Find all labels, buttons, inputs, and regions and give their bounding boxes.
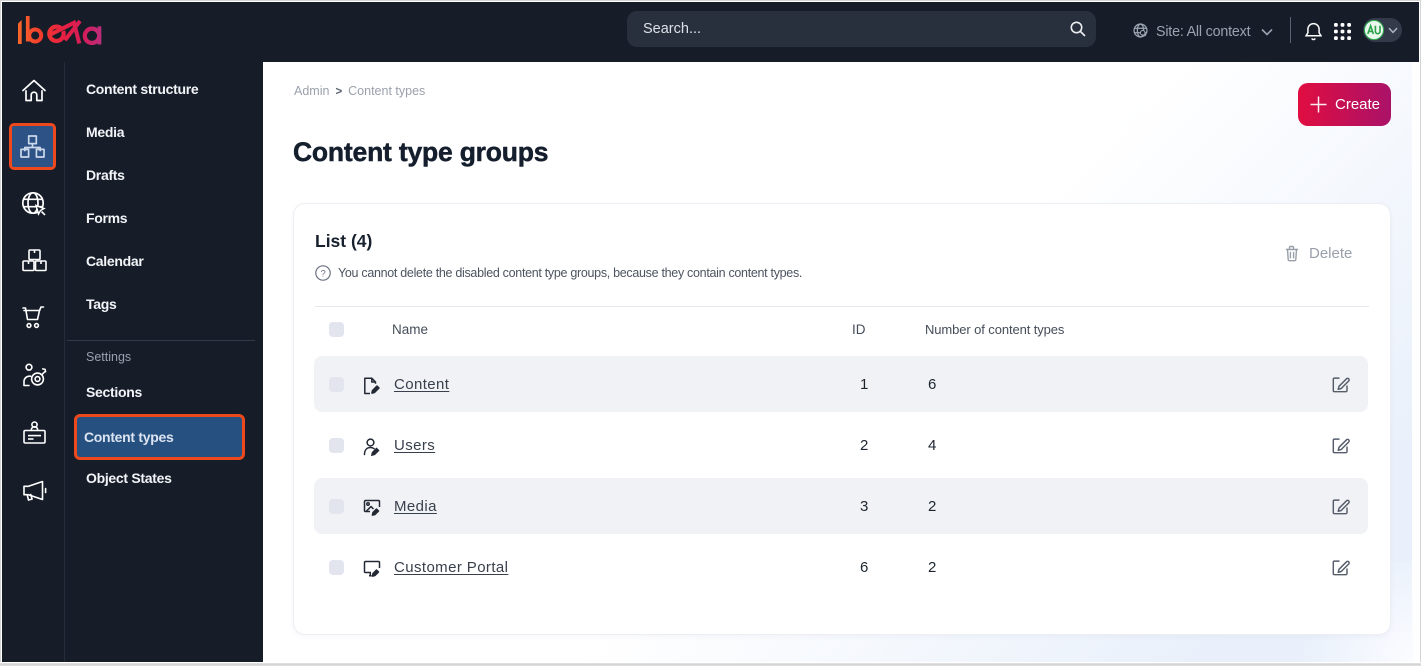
svg-text:?: ? xyxy=(321,268,326,279)
